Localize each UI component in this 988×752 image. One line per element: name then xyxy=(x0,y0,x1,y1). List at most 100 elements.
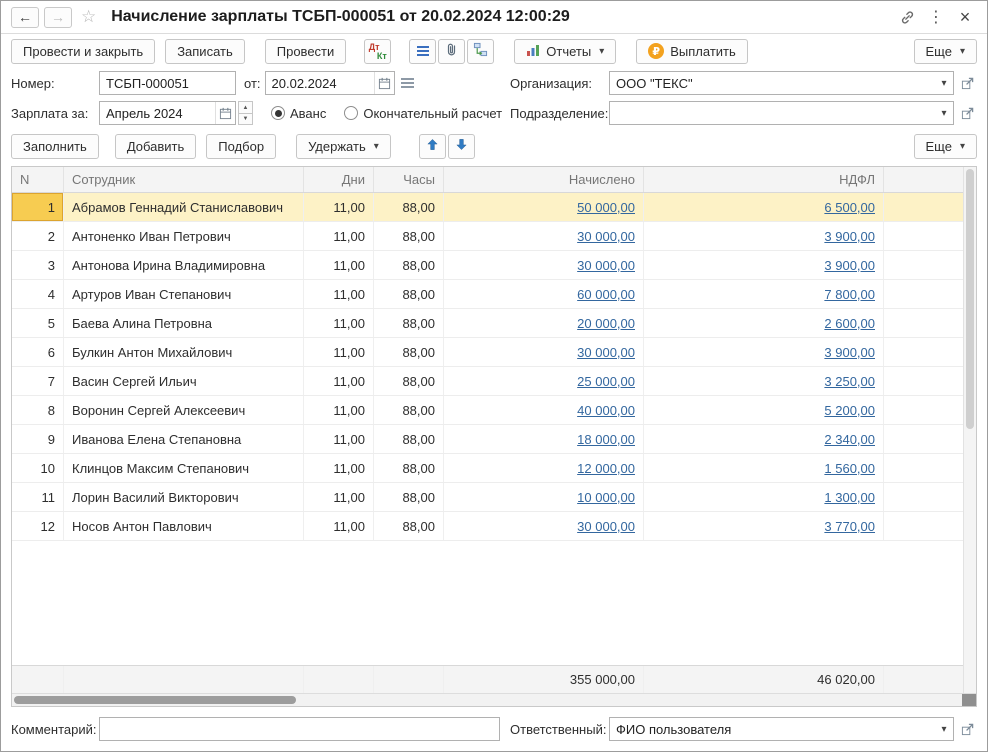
row-number-cell[interactable]: 5 xyxy=(12,309,64,337)
table-row[interactable]: 1 Абрамов Геннадий Станиславович 11,00 8… xyxy=(12,193,976,222)
row-number-cell[interactable]: 12 xyxy=(12,512,64,540)
responsible-open-icon[interactable] xyxy=(957,718,977,740)
ndfl-link[interactable]: 3 250,00 xyxy=(824,374,875,389)
days-cell[interactable]: 11,00 xyxy=(304,251,374,279)
accrued-cell[interactable]: 12 000,00 xyxy=(444,454,644,482)
vertical-scrollbar[interactable] xyxy=(963,167,976,693)
accrued-link[interactable]: 25 000,00 xyxy=(577,374,635,389)
hours-cell[interactable]: 88,00 xyxy=(374,280,444,308)
back-button[interactable]: ← xyxy=(11,6,39,28)
hours-cell[interactable]: 88,00 xyxy=(374,338,444,366)
radio-final-settlement[interactable]: Окончательный расчет xyxy=(344,106,502,121)
row-number-cell[interactable]: 10 xyxy=(12,454,64,482)
post-button[interactable]: Провести xyxy=(264,38,347,64)
table-row[interactable]: 3 Антонова Ирина Владимировна 11,00 88,0… xyxy=(12,251,976,280)
days-cell[interactable]: 11,00 xyxy=(304,367,374,395)
comment-field[interactable] xyxy=(99,717,500,741)
hours-cell[interactable]: 88,00 xyxy=(374,309,444,337)
days-cell[interactable]: 11,00 xyxy=(304,193,374,221)
days-cell[interactable]: 11,00 xyxy=(304,280,374,308)
accrued-link[interactable]: 40 000,00 xyxy=(577,403,635,418)
hours-cell[interactable]: 88,00 xyxy=(374,222,444,250)
days-cell[interactable]: 11,00 xyxy=(304,222,374,250)
ndfl-link[interactable]: 3 900,00 xyxy=(824,258,875,273)
ndfl-link[interactable]: 2 600,00 xyxy=(824,316,875,331)
department-field[interactable]: ▾ xyxy=(609,101,954,125)
organization-open-icon[interactable] xyxy=(957,72,977,94)
ndfl-cell[interactable]: 7 800,00 xyxy=(644,280,884,308)
column-header-ndfl[interactable]: НДФЛ xyxy=(644,167,884,192)
accrued-link[interactable]: 30 000,00 xyxy=(577,229,635,244)
department-open-icon[interactable] xyxy=(957,102,977,124)
table-row[interactable]: 8 Воронин Сергей Алексеевич 11,00 88,00 … xyxy=(12,396,976,425)
hours-cell[interactable]: 88,00 xyxy=(374,512,444,540)
employee-cell[interactable]: Артуров Иван Степанович xyxy=(64,280,304,308)
ndfl-link[interactable]: 5 200,00 xyxy=(824,403,875,418)
accrued-cell[interactable]: 20 000,00 xyxy=(444,309,644,337)
ndfl-cell[interactable]: 3 250,00 xyxy=(644,367,884,395)
row-number-cell[interactable]: 3 xyxy=(12,251,64,279)
accrued-cell[interactable]: 30 000,00 xyxy=(444,338,644,366)
ndfl-cell[interactable]: 6 500,00 xyxy=(644,193,884,221)
move-up-button[interactable] xyxy=(418,133,446,159)
post-and-close-button[interactable]: Провести и закрыть xyxy=(11,38,156,64)
table-row[interactable]: 11 Лорин Василий Викторович 11,00 88,00 … xyxy=(12,483,976,512)
related-documents-button[interactable] xyxy=(467,38,495,64)
table-row[interactable]: 4 Артуров Иван Степанович 11,00 88,00 60… xyxy=(12,280,976,309)
toolbar-more-button[interactable]: Еще ▾ xyxy=(913,38,977,64)
spin-down-icon[interactable]: ▼ xyxy=(238,113,253,125)
accrued-cell[interactable]: 30 000,00 xyxy=(444,251,644,279)
accrued-link[interactable]: 30 000,00 xyxy=(577,258,635,273)
vertical-scrollbar-thumb[interactable] xyxy=(966,169,974,429)
table-row[interactable]: 6 Булкин Антон Михайлович 11,00 88,00 30… xyxy=(12,338,976,367)
pick-button[interactable]: Подбор xyxy=(206,133,277,159)
accrued-cell[interactable]: 30 000,00 xyxy=(444,512,644,540)
document-structure-icon[interactable] xyxy=(398,72,418,94)
close-icon[interactable]: × xyxy=(953,6,977,28)
employee-cell[interactable]: Воронин Сергей Алексеевич xyxy=(64,396,304,424)
ndfl-link[interactable]: 3 770,00 xyxy=(824,519,875,534)
copy-link-icon[interactable] xyxy=(895,6,919,28)
window-menu-icon[interactable]: ⋮ xyxy=(924,6,948,28)
organization-input[interactable] xyxy=(610,72,933,94)
accrued-cell[interactable]: 10 000,00 xyxy=(444,483,644,511)
table-row[interactable]: 12 Носов Антон Павлович 11,00 88,00 30 0… xyxy=(12,512,976,541)
ndfl-link[interactable]: 7 800,00 xyxy=(824,287,875,302)
ndfl-cell[interactable]: 3 770,00 xyxy=(644,512,884,540)
ndfl-link[interactable]: 1 300,00 xyxy=(824,490,875,505)
organization-dropdown-icon[interactable]: ▾ xyxy=(933,72,953,94)
save-button[interactable]: Записать xyxy=(165,38,245,64)
row-number-cell[interactable]: 1 xyxy=(12,193,64,221)
employee-cell[interactable]: Булкин Антон Михайлович xyxy=(64,338,304,366)
calendar-icon[interactable] xyxy=(373,72,394,94)
ndfl-link[interactable]: 3 900,00 xyxy=(824,345,875,360)
column-header-employee[interactable]: Сотрудник xyxy=(64,167,304,192)
accrued-link[interactable]: 12 000,00 xyxy=(577,461,635,476)
salary-period-input[interactable] xyxy=(100,102,215,124)
department-dropdown-icon[interactable]: ▾ xyxy=(933,102,953,124)
ndfl-link[interactable]: 3 900,00 xyxy=(824,229,875,244)
ndfl-link[interactable]: 1 560,00 xyxy=(824,461,875,476)
fill-button[interactable]: Заполнить xyxy=(11,133,99,159)
department-input[interactable] xyxy=(610,102,933,124)
table-row[interactable]: 7 Васин Сергей Ильич 11,00 88,00 25 000,… xyxy=(12,367,976,396)
employee-cell[interactable]: Иванова Елена Степановна xyxy=(64,425,304,453)
table-row[interactable]: 9 Иванова Елена Степановна 11,00 88,00 1… xyxy=(12,425,976,454)
accrued-cell[interactable]: 30 000,00 xyxy=(444,222,644,250)
spin-up-icon[interactable]: ▲ xyxy=(238,101,253,113)
organization-field[interactable]: ▾ xyxy=(609,71,954,95)
withhold-button[interactable]: Удержать ▾ xyxy=(296,133,391,159)
days-cell[interactable]: 11,00 xyxy=(304,338,374,366)
employee-cell[interactable]: Лорин Василий Викторович xyxy=(64,483,304,511)
period-calendar-icon[interactable] xyxy=(215,102,235,124)
accrued-link[interactable]: 20 000,00 xyxy=(577,316,635,331)
row-number-cell[interactable]: 2 xyxy=(12,222,64,250)
comment-input[interactable] xyxy=(100,718,499,740)
days-cell[interactable]: 11,00 xyxy=(304,396,374,424)
table-row[interactable]: 5 Баева Алина Петровна 11,00 88,00 20 00… xyxy=(12,309,976,338)
postings-dtkt-button[interactable]: Дт Кт xyxy=(364,38,392,64)
accrued-link[interactable]: 60 000,00 xyxy=(577,287,635,302)
accrued-cell[interactable]: 25 000,00 xyxy=(444,367,644,395)
table-row[interactable]: 2 Антоненко Иван Петрович 11,00 88,00 30… xyxy=(12,222,976,251)
row-number-cell[interactable]: 11 xyxy=(12,483,64,511)
